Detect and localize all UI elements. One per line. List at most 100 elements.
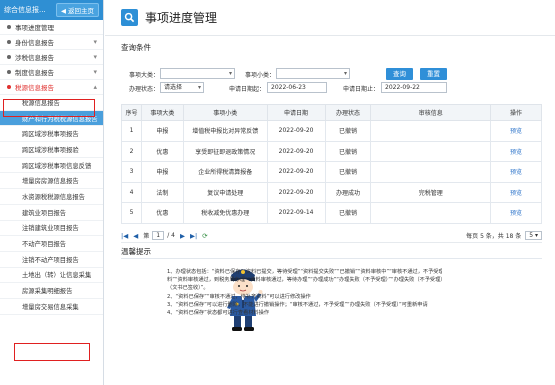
preview-link[interactable]: 预览: [490, 181, 542, 203]
search-button[interactable]: 查询: [386, 68, 413, 80]
sidebar-subitem[interactable]: 土地出（转）让信息采集: [0, 268, 103, 284]
col-header-op: 操作: [490, 104, 542, 121]
prev-page-icon[interactable]: ◀: [133, 232, 138, 240]
sidebar-subitem[interactable]: 增量房交易信息采集: [0, 299, 103, 315]
sidebar-subitem[interactable]: 跨区域涉税事项报验: [0, 142, 103, 158]
tips-title: 温馨提示: [121, 247, 151, 256]
query-section-title: 查询条件: [121, 43, 151, 52]
sidebar-subitem[interactable]: 注销不动产项目报告: [0, 252, 103, 268]
preview-link[interactable]: 预览: [490, 120, 542, 142]
sidebar-item-tax-source[interactable]: 税源信息报告 ▴: [0, 80, 103, 95]
sidebar-item-identity[interactable]: 身份信息报告 ▾: [0, 35, 103, 50]
pagination-info: 每页 5 条，共 18 条: [466, 233, 522, 240]
cell-no: 4: [121, 181, 142, 203]
page-size-select[interactable]: 5 ▾: [525, 231, 542, 240]
status-select[interactable]: 请选择 ▾: [160, 82, 204, 93]
cell-review: [370, 202, 492, 224]
col-header-date: 申请日期: [266, 104, 326, 121]
item-type-label: 事项大类：: [128, 72, 159, 79]
sidebar-subitem[interactable]: 水资源税税源信息报告: [0, 189, 103, 205]
sidebar-subitem[interactable]: 增量房房源信息报告: [0, 173, 103, 190]
cell-review: [370, 161, 492, 183]
page-title: 事项进度管理: [145, 11, 218, 25]
table-row: 2 优惠 享受即征即退政策情况 2022-09-20 已撤销 预览: [121, 140, 542, 162]
sidebar-item-label: 身份信息报告: [15, 39, 54, 47]
bullet-icon: [7, 85, 11, 89]
cell-date: 2022-09-20: [266, 181, 326, 203]
cell-no: 1: [121, 120, 142, 142]
sidebar-item-label: 制度信息报告: [15, 69, 54, 77]
cell-sub: 企业所得税清算报备: [182, 161, 268, 183]
cell-date: 2022-09-14: [266, 202, 326, 224]
first-page-icon[interactable]: |◀: [121, 232, 128, 240]
cell-review: [370, 140, 492, 162]
cell-type: 申报: [140, 161, 184, 183]
highlight-box-housing: [14, 343, 90, 361]
bullet-icon: [7, 40, 11, 44]
date-end-value: 2022-09-22: [385, 84, 420, 91]
tips-line: 料”“资料审核通过，到税务局办理”“资料审核通过，等待办理”“办理成功”“办理失…: [167, 277, 442, 284]
cell-review: [370, 120, 492, 142]
chevron-down-icon: ▾: [93, 68, 97, 76]
cell-status: 已撤销: [324, 202, 372, 224]
col-header-status: 办理状态: [324, 104, 372, 121]
tips-line: 4、“资料已保存”状态都可进行查看材料操作: [167, 310, 270, 317]
tips-line: （文书已签收）”。: [167, 285, 209, 292]
chevron-down-icon: ▾: [228, 70, 232, 77]
query-form: 事项大类： ▾ 事项小类： ▾ 查询 重置 办理状态： 请选择 ▾ 申请日期起： …: [105, 53, 555, 101]
page-number-input[interactable]: 1: [152, 231, 165, 240]
tips-line: 1、办理状态包括：“资料已保存”“资料已提交，等待受理”“资料提交失败”“已撤销…: [167, 269, 442, 275]
date-start-value: 2022-06-23: [271, 84, 306, 91]
preview-link[interactable]: 预览: [490, 161, 542, 183]
sidebar-subitem[interactable]: 注销建筑业项目报告: [0, 221, 103, 237]
table-header-row: 序号 事项大类 事项小类 申请日期 办理状态 审核信息 操作: [121, 104, 542, 121]
table-row: 1 申报 增值税申报比对异常反馈 2022-09-20 已撤销 预览: [121, 120, 542, 142]
col-header-review: 审核信息: [370, 104, 492, 121]
sidebar: 综合信息报... ◀ 返回主页 事项进度管理 身份信息报告 ▾ 涉税信息报告 ▾ 制度…: [0, 0, 104, 385]
reset-button[interactable]: 重置: [420, 68, 447, 80]
page-prefix: 第: [143, 233, 150, 240]
back-home-button[interactable]: ◀ 返回主页: [56, 3, 99, 17]
item-type-select[interactable]: ▾: [160, 68, 235, 79]
cell-type: 优惠: [140, 202, 184, 224]
page-header: 事项进度管理: [105, 0, 555, 36]
bullet-icon: [7, 25, 11, 29]
sidebar-subitem[interactable]: 不动产项目报告: [0, 236, 103, 252]
sidebar-subitem[interactable]: 建筑业项目报告: [0, 205, 103, 221]
cell-sub: 增值税申报比对异常反馈: [182, 120, 268, 142]
cell-type: 申报: [140, 120, 184, 142]
table-row: 4 法制 复议申请处理 2022-09-20 办理成功 完税管理 预览: [121, 181, 542, 203]
sidebar-item-tax-info[interactable]: 涉税信息报告 ▾: [0, 50, 103, 65]
sidebar-item-label: 涉税信息报告: [15, 54, 54, 62]
sidebar-subitem[interactable]: 跨区域涉税事项信息反馈: [0, 158, 103, 174]
sidebar-item-progress[interactable]: 事项进度管理: [0, 20, 103, 35]
sidebar-subitem[interactable]: 房源采集明细报告: [0, 283, 103, 299]
item-sub-label: 事项小类：: [244, 72, 275, 79]
bullet-icon: [7, 55, 11, 59]
refresh-icon[interactable]: ⟳: [202, 232, 207, 240]
tips-line: 3、“资料已保存”可以进行删除，不能进行撤销操作；“审核不通过，不予受理”“办理…: [167, 301, 428, 308]
chevron-down-icon: ▾: [197, 84, 201, 91]
sidebar-item-system[interactable]: 制度信息报告 ▾: [0, 65, 103, 80]
main-content: 事项进度管理 查询条件 事项大类： ▾ 事项小类： ▾ 查询 重置 办理状态： …: [105, 0, 555, 385]
sidebar-subitem[interactable]: 跨区域涉税事项报告: [0, 126, 103, 143]
cell-no: 3: [121, 161, 142, 183]
last-page-icon[interactable]: ▶|: [190, 232, 197, 240]
date-start-label: 申请日期起：: [228, 86, 265, 93]
sidebar-item-label: 税源信息报告: [15, 84, 54, 92]
item-sub-select[interactable]: ▾: [276, 68, 350, 79]
highlight-box-tax-source: [3, 99, 95, 117]
preview-link[interactable]: 预览: [490, 140, 542, 162]
date-start-input[interactable]: 2022-06-23: [267, 82, 327, 93]
progress-table: 序号 事项大类 事项小类 申请日期 办理状态 审核信息 操作 1 申报 增值税申…: [121, 104, 542, 224]
next-page-icon[interactable]: ▶: [180, 232, 185, 240]
date-end-input[interactable]: 2022-09-22: [381, 82, 447, 93]
back-home-label: 返回主页: [68, 7, 94, 15]
page-size-value: 5: [529, 232, 534, 239]
cell-type: 法制: [140, 181, 184, 203]
preview-link[interactable]: 预览: [490, 202, 542, 224]
chevron-down-icon: ▾: [93, 38, 97, 46]
cell-type: 优惠: [140, 140, 184, 162]
chevron-up-icon: ▴: [93, 83, 97, 91]
chevron-down-icon: ▾: [93, 53, 97, 61]
